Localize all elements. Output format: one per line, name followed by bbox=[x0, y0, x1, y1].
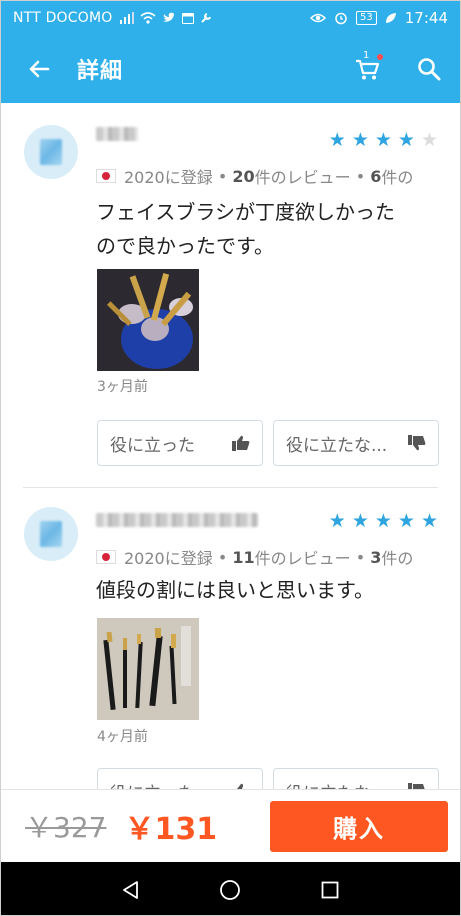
leaf-icon bbox=[385, 13, 396, 23]
app-bar: 詳細 1 bbox=[1, 35, 460, 103]
avatar[interactable] bbox=[24, 125, 78, 179]
star-rating: ★ ★ ★ ★ ★ bbox=[329, 512, 438, 531]
star-icon: ★ bbox=[328, 129, 346, 151]
reviewer-name bbox=[96, 127, 138, 141]
carrier-name: NTT DOCOMO bbox=[13, 10, 113, 26]
eye-icon bbox=[310, 13, 327, 23]
search-icon bbox=[418, 58, 441, 81]
star-icon: ★ bbox=[420, 129, 438, 151]
reviewer-name bbox=[96, 513, 258, 527]
star-icon: ★ bbox=[374, 129, 392, 151]
back-button[interactable] bbox=[1, 35, 77, 103]
star-icon: ★ bbox=[374, 510, 392, 532]
app-screen: NTT DOCOMO 53 17:44 詳細 1 ★ ★ ★ ★ ★ 2020に… bbox=[0, 0, 461, 916]
cart-count: 1 bbox=[363, 50, 370, 61]
japan-flag-icon bbox=[96, 169, 116, 183]
star-icon: ★ bbox=[328, 510, 346, 532]
review-date: 4ヶ月前 bbox=[97, 729, 148, 745]
arrow-left-icon bbox=[29, 60, 50, 78]
page-title: 詳細 bbox=[77, 59, 124, 84]
review-text: フェイスブラシが丁度欲しかった ので良かったです。 bbox=[96, 200, 395, 258]
signal-icon bbox=[120, 12, 135, 24]
notification-dot bbox=[377, 54, 383, 60]
nav-back-button[interactable] bbox=[111, 870, 151, 910]
wrench-icon bbox=[201, 13, 212, 23]
sale-price: ￥131 bbox=[124, 812, 218, 847]
system-nav-bar bbox=[1, 862, 460, 915]
not-helpful-button[interactable]: 役に立たな... bbox=[273, 420, 439, 466]
review-text: 値段の割には良いと思います。 bbox=[96, 578, 374, 602]
nav-home-icon bbox=[220, 879, 241, 900]
nav-home-button[interactable] bbox=[210, 870, 250, 910]
avatar[interactable] bbox=[24, 507, 78, 561]
clock: 17:44 bbox=[404, 9, 448, 27]
star-icon: ★ bbox=[420, 510, 438, 532]
wifi-icon bbox=[140, 12, 157, 24]
star-icon: ★ bbox=[351, 510, 369, 532]
twitter-icon bbox=[163, 12, 177, 22]
nav-recent-icon bbox=[321, 881, 339, 898]
review-date: 3ヶ月前 bbox=[97, 379, 148, 395]
nav-recent-button[interactable] bbox=[310, 870, 350, 910]
japan-flag-icon bbox=[96, 550, 116, 564]
calendar-icon bbox=[182, 13, 195, 24]
nav-back-icon bbox=[122, 880, 138, 899]
buy-button[interactable]: 購入 bbox=[270, 800, 448, 852]
helpful-button[interactable]: 役に立った bbox=[97, 420, 263, 466]
battery-indicator: 53 bbox=[356, 11, 377, 25]
star-icon: ★ bbox=[397, 510, 415, 532]
review-list[interactable]: ★ ★ ★ ★ ★ 2020に登録 • 20 件のレビュー • 6 件の フェイ… bbox=[1, 103, 460, 789]
original-price: ￥327 bbox=[25, 811, 107, 844]
star-icon: ★ bbox=[351, 129, 369, 151]
divider bbox=[23, 487, 438, 488]
star-rating: ★ ★ ★ ★ ★ bbox=[329, 131, 438, 150]
purchase-bar: ￥327 ￥131 購入 bbox=[1, 789, 460, 862]
alarm-icon bbox=[335, 12, 347, 25]
helpful-button[interactable]: 役に立った bbox=[97, 768, 263, 789]
cart-button[interactable]: 1 bbox=[336, 35, 398, 103]
reviewer-meta: 2020に登録 • 20 件のレビュー • 6 件の bbox=[96, 164, 438, 188]
review-photo[interactable] bbox=[97, 618, 199, 720]
status-bar: NTT DOCOMO 53 17:44 bbox=[1, 1, 460, 35]
thumbs-down-icon bbox=[408, 435, 426, 451]
star-icon: ★ bbox=[397, 129, 415, 151]
not-helpful-button[interactable]: 役に立たな... bbox=[273, 768, 439, 789]
reviewer-meta: 2020に登録 • 11 件のレビュー • 3 件の bbox=[96, 545, 438, 569]
thumbs-up-icon bbox=[232, 435, 250, 451]
review-photo[interactable] bbox=[97, 269, 199, 371]
search-button[interactable] bbox=[398, 35, 460, 103]
